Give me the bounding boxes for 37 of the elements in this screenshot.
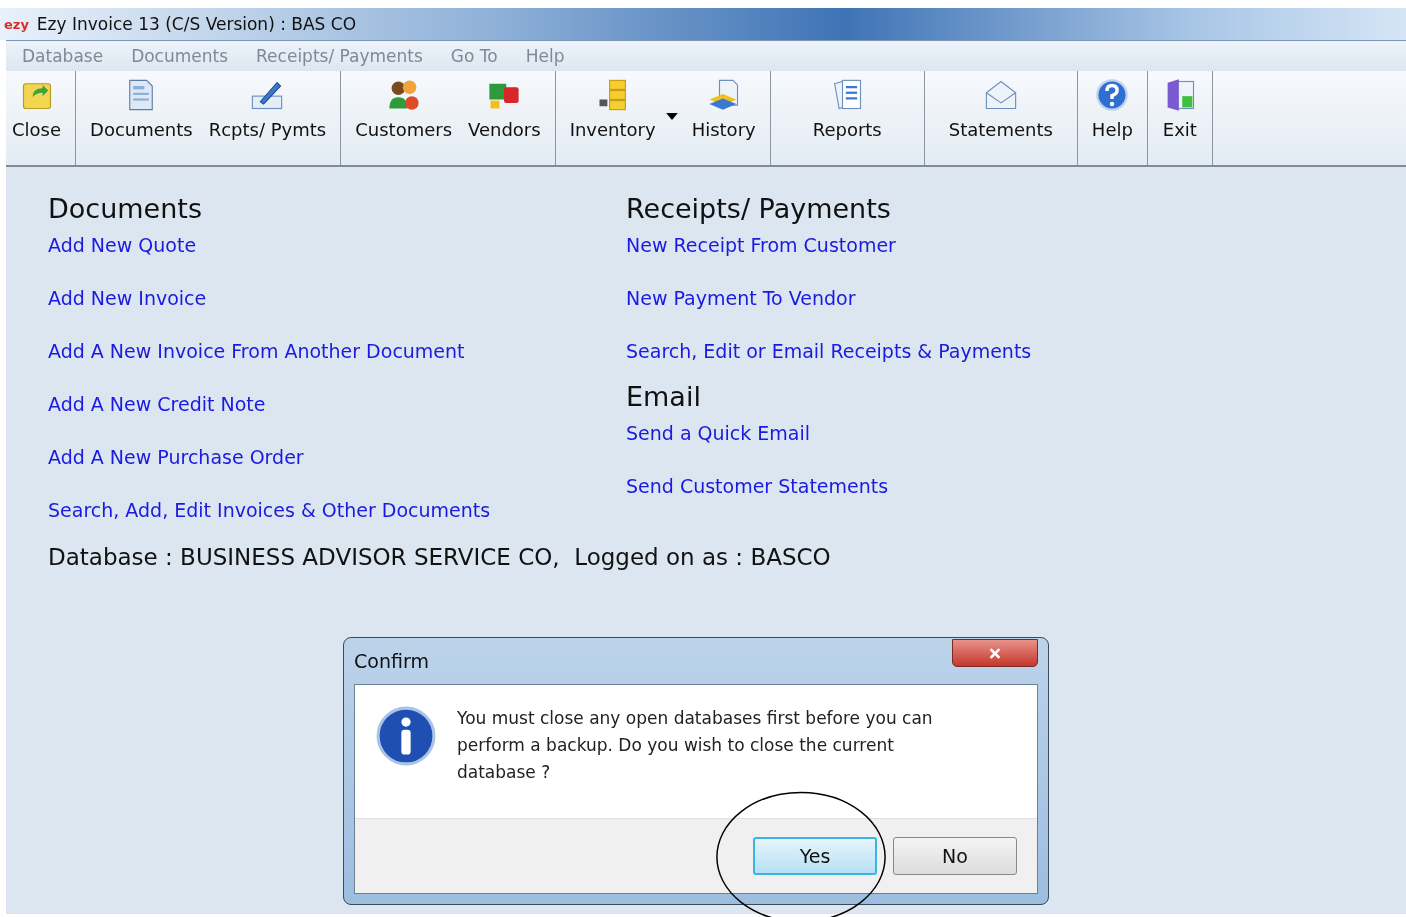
toolbar-button[interactable]: Customers <box>349 71 459 140</box>
toolbar-button[interactable]: Statements <box>942 71 1059 140</box>
action-link[interactable]: Add A New Credit Note <box>48 395 266 414</box>
action-link[interactable]: Search, Edit or Email Receipts & Payments <box>626 342 1032 361</box>
action-link[interactable]: Add A New Purchase Order <box>48 448 304 467</box>
action-link[interactable]: Search, Add, Edit Invoices & Other Documents <box>48 501 491 520</box>
section-heading: Receipts/ Payments <box>626 193 891 224</box>
action-link[interactable]: Add New Invoice <box>48 289 207 308</box>
app-logo: ezy <box>4 16 29 32</box>
section-heading: Email <box>626 381 701 412</box>
toolbar-button[interactable]: History <box>685 71 762 140</box>
action-link[interactable]: Add A New Invoice From Another Document <box>48 342 465 361</box>
close-button[interactable] <box>952 639 1038 667</box>
window-title: Ezy Invoice 13 (C/S Version) : BAS CO <box>36 14 357 34</box>
toolbar-button[interactable]: Vendors <box>462 71 547 140</box>
action-link[interactable]: Send Customer Statements <box>626 477 889 496</box>
toolbar-button[interactable]: Close <box>6 71 68 140</box>
action-link[interactable]: New Receipt From Customer <box>626 236 896 255</box>
toolbar-button[interactable]: Exit <box>1155 71 1204 140</box>
toolbar-button[interactable]: Help <box>1085 71 1139 140</box>
toolbar-button[interactable]: Inventory <box>563 71 662 140</box>
caret-icon[interactable] <box>665 113 678 120</box>
dialog-title: Confirm <box>354 650 429 672</box>
action-link[interactable]: Add New Quote <box>48 236 197 255</box>
info-icon <box>375 705 437 767</box>
action-link[interactable]: New Payment To Vendor <box>626 289 856 308</box>
dialog-button[interactable]: Yes <box>753 837 877 875</box>
dialog-message: You must close any open databases first before you can perform a backup. Do you wish to close the current database ? <box>457 707 934 784</box>
section-heading: Documents <box>48 193 202 224</box>
database-status-text: Database : BUSINESS ADVISOR SERVICE CO, Logged on as : BASCO <box>48 544 832 570</box>
close-icon <box>988 647 1002 659</box>
toolbar-button[interactable]: Reports <box>806 71 888 140</box>
dialog-button[interactable]: No <box>893 837 1017 875</box>
help-icon <box>1094 77 1131 113</box>
action-link[interactable]: Send a Quick Email <box>626 424 811 443</box>
toolbar-button[interactable]: Documents <box>84 71 199 140</box>
toolbar-button[interactable]: Rcpts/ Pymts <box>202 71 333 140</box>
